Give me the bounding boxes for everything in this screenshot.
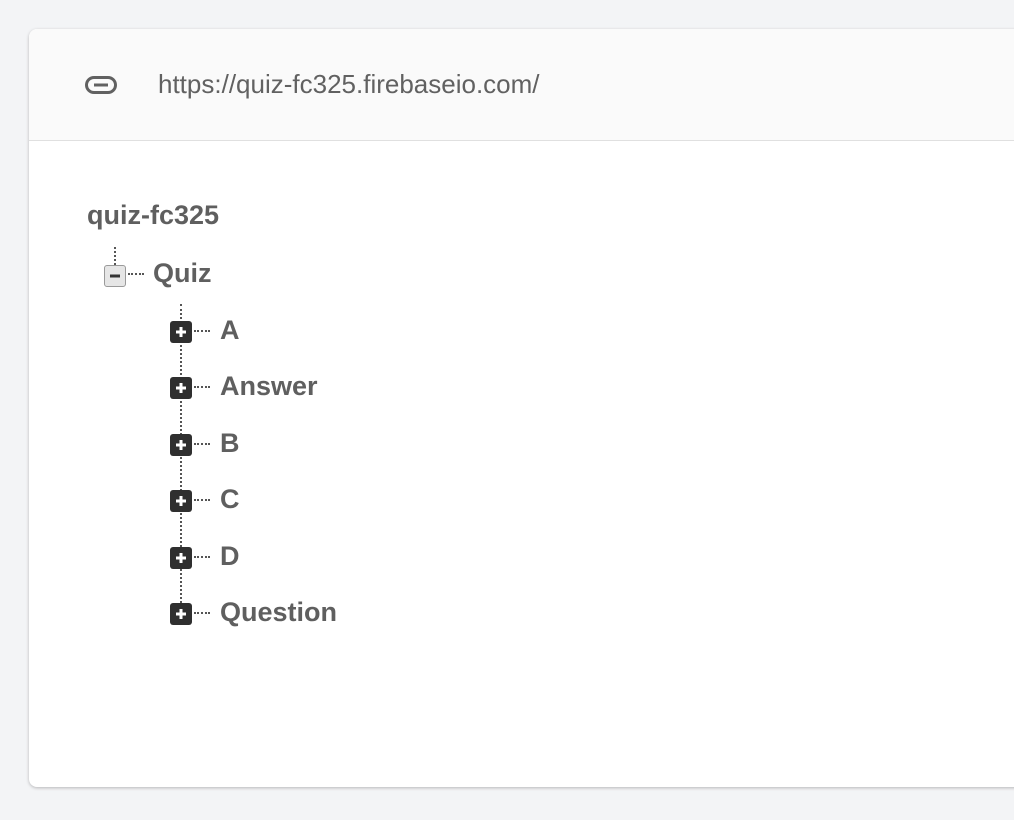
tree-connector (194, 386, 210, 388)
tree-connector (194, 612, 210, 614)
tree-node-quiz[interactable]: Quiz (153, 255, 212, 291)
data-tree: quiz-fc325 Quiz A Answer B C D Question (29, 29, 1014, 787)
tree-node-a[interactable]: A (220, 312, 240, 348)
tree-connector (128, 273, 144, 275)
tree-node-d[interactable]: D (220, 538, 240, 574)
tree-node-c[interactable]: C (220, 481, 240, 517)
expand-icon[interactable] (170, 603, 192, 625)
tree-connector (114, 247, 116, 265)
expand-icon[interactable] (170, 377, 192, 399)
expand-icon[interactable] (170, 321, 192, 343)
tree-root-label[interactable]: quiz-fc325 (87, 197, 219, 233)
tree-connector (194, 499, 210, 501)
expand-icon[interactable] (170, 434, 192, 456)
tree-node-answer[interactable]: Answer (220, 368, 318, 404)
collapse-icon[interactable] (104, 265, 126, 287)
database-card: https://quiz-fc325.firebaseio.com/ quiz-… (29, 29, 1014, 787)
tree-connector (194, 443, 210, 445)
tree-node-question[interactable]: Question (220, 594, 337, 630)
tree-connector (194, 556, 210, 558)
expand-icon[interactable] (170, 547, 192, 569)
tree-node-b[interactable]: B (220, 425, 240, 461)
expand-icon[interactable] (170, 490, 192, 512)
tree-connector (194, 330, 210, 332)
